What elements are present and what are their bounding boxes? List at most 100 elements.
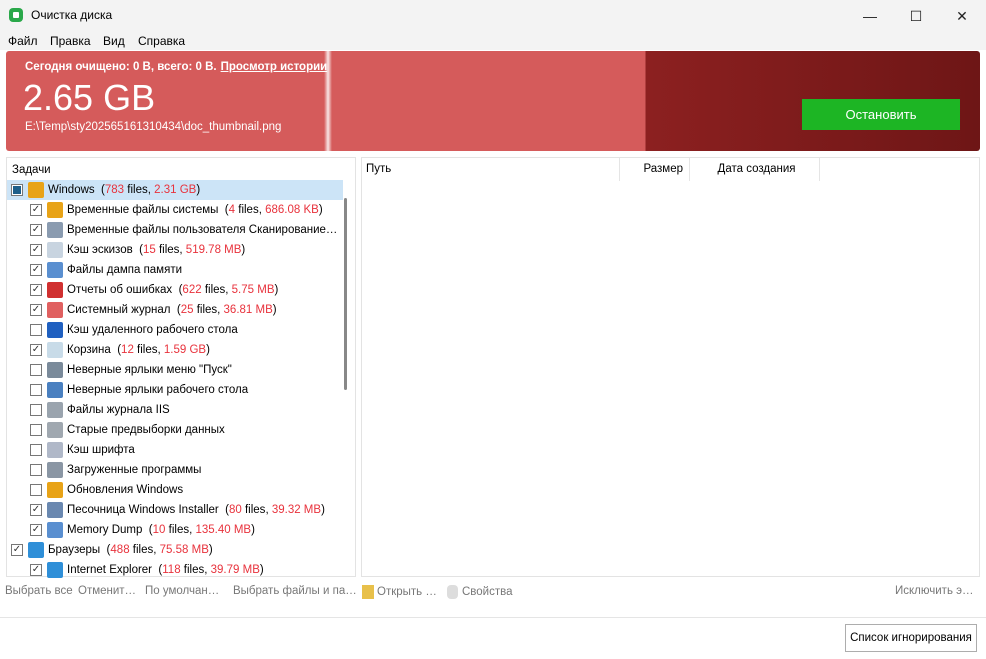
task-stats: (10 files, 135.40 MB) [142,524,255,536]
desktop-shortcut-icon [47,382,63,398]
task-row[interactable]: ✓ Кэш эскизов (15 files, 519.78 MB) [7,240,343,260]
task-row[interactable]: ✓ Memory Dump (10 files, 135.40 MB) [7,520,343,540]
tasks-scrollbar[interactable] [344,198,347,390]
task-checkbox[interactable] [30,424,42,436]
windows-update-icon [47,482,63,498]
task-label: Старые предвыборки данных [67,424,225,436]
task-label: Кэш эскизов [67,244,133,256]
column-size[interactable]: Размер [620,158,690,181]
menu-help[interactable]: Справка [138,34,185,48]
stop-button[interactable]: Остановить [802,99,960,130]
remote-desktop-icon [47,322,63,338]
task-stats: (118 files, 39.79 MB) [152,564,264,576]
task-checkbox[interactable] [30,364,42,376]
properties-button[interactable]: Свойства [447,585,513,599]
task-checkbox[interactable]: ✓ [30,504,42,516]
divider [0,617,986,618]
task-row[interactable]: ✓ Песочница Windows Installer (80 files, … [7,500,343,520]
toolbar: Выбрать все Отменит… По умолчан… Выбрать… [0,585,986,601]
task-row[interactable]: ✓ Корзина (12 files, 1.59 GB) [7,340,343,360]
task-label: Отчеты об ошибках [67,284,173,296]
column-path[interactable]: Путь [362,158,620,181]
task-row[interactable]: Кэш шрифта [7,440,343,460]
task-checkbox[interactable]: ✓ [30,204,42,216]
task-row[interactable]: ✓ Отчеты об ошибках (622 files, 5.75 MB) [7,280,343,300]
progress-banner: Сегодня очищено: 0 B, всего: 0 B. Просмот… [6,51,980,151]
task-row[interactable]: ✓ Временные файлы системы (4 files, 686.0… [7,200,343,220]
task-checkbox[interactable]: ✓ [30,524,42,536]
column-date[interactable]: Дата создания [690,158,820,181]
close-button[interactable]: ✕ [939,0,985,32]
minimize-button[interactable]: — [847,0,893,32]
task-checkbox[interactable] [30,384,42,396]
task-checkbox[interactable]: ✓ [30,224,42,236]
app-icon [9,8,23,22]
task-label: Временные файлы пользователя Сканировани… [67,224,338,236]
ie-icon [47,562,63,578]
task-checkbox[interactable] [30,324,42,336]
task-row[interactable]: Неверные ярлыки рабочего стола [7,380,343,400]
task-row[interactable]: Старые предвыборки данных [7,420,343,440]
task-row[interactable]: ✓ Системный журнал (25 files, 36.81 MB) [7,300,343,320]
task-label: Неверные ярлыки рабочего стола [67,384,249,396]
task-checkbox[interactable]: ✓ [30,244,42,256]
default-button[interactable]: По умолчан… [145,585,219,597]
maximize-button[interactable]: ☐ [893,0,939,32]
task-row[interactable]: Загруженные программы [7,460,343,480]
task-row[interactable]: ✓ Браузеры (488 files, 75.58 MB) [7,540,343,560]
task-label: Internet Explorer [67,564,153,576]
task-checkbox[interactable]: ✓ [11,544,23,556]
task-row[interactable]: ✓ Файлы дампа памяти [7,260,343,280]
files-table: Путь Размер Дата создания [361,157,980,577]
task-row[interactable]: ✓ Internet Explorer (118 files, 39.79 MB) [7,560,343,580]
select-all-button[interactable]: Выбрать все [5,585,73,597]
task-row[interactable]: Windows (783 files, 2.31 GB) [7,180,343,200]
properties-label: Свойства [462,586,513,598]
globe-icon [28,542,44,558]
history-link[interactable]: Просмотр истории [221,61,328,73]
task-label: Временные файлы системы [67,204,219,216]
programs-icon [47,462,63,478]
task-row[interactable]: Файлы журнала IIS [7,400,343,420]
task-checkbox[interactable] [30,484,42,496]
title-bar [0,0,986,32]
task-row[interactable]: ✓ Временные файлы пользователя Сканирован… [7,220,343,240]
task-row[interactable]: Кэш удаленного рабочего стола [7,320,343,340]
exclude-button[interactable]: Исключить э… [895,585,974,597]
cancel-selection-button[interactable]: Отменит… [78,585,136,597]
task-checkbox[interactable] [30,464,42,476]
open-label: Открыть … [377,586,437,598]
select-files-button[interactable]: Выбрать файлы и па… [233,585,357,597]
stats-text: Сегодня очищено: 0 B, всего: 0 B. [25,61,217,73]
system-log-icon [47,302,63,318]
task-checkbox[interactable]: ✓ [30,304,42,316]
task-stats: (622 files, 5.75 MB) [172,284,279,296]
task-checkbox[interactable] [30,404,42,416]
menu-file[interactable]: Файл [8,34,38,48]
windows-icon [47,202,63,218]
task-checkbox[interactable]: ✓ [30,264,42,276]
task-label: Песочница Windows Installer [67,504,219,516]
menu-view[interactable]: Вид [103,34,125,48]
task-row[interactable]: Обновления Windows [7,480,343,500]
task-label: Windows [48,184,95,196]
ignore-list-button[interactable]: Список игнорирования [845,624,977,652]
task-checkbox[interactable]: ✓ [30,564,42,576]
task-checkbox[interactable] [11,184,23,196]
task-label: Загруженные программы [67,464,202,476]
task-checkbox[interactable]: ✓ [30,344,42,356]
tasks-header: Задачи [12,164,51,176]
menu-edit[interactable]: Правка [50,34,91,48]
task-stats: (4 files, 686.08 KB) [218,204,323,216]
open-button[interactable]: Открыть … [362,585,437,599]
task-checkbox[interactable]: ✓ [30,284,42,296]
window-title: Очистка диска [31,8,113,22]
task-row[interactable]: Неверные ярлыки меню "Пуск" [7,360,343,380]
recycle-bin-icon [47,342,63,358]
task-label: Обновления Windows [67,484,184,496]
error-report-icon [47,282,63,298]
task-checkbox[interactable] [30,444,42,456]
total-size: 2.65 GB [23,77,156,118]
current-path: E:\Temp\sty202565161310434\doc_thumbnail… [25,121,282,133]
memory-dump-icon [47,262,63,278]
